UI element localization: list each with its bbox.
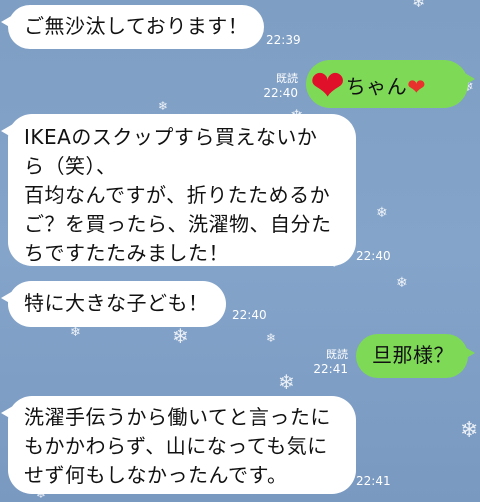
- message-time: 22:40: [356, 249, 391, 263]
- snowflake-icon: ❄: [70, 325, 81, 340]
- message-line: ら（笑）、: [24, 154, 117, 178]
- message-line: せず何もしなかったんです。: [24, 463, 288, 487]
- message-line: IKEAのスクップすら買えないか: [24, 125, 318, 149]
- message-time: 22:41: [356, 474, 391, 488]
- message-bubble-incoming[interactable]: 洗濯手伝うから働いてと言ったに もかかわらず、山になっても気に せず何もしなかっ…: [1, 396, 356, 494]
- message-bubble-incoming[interactable]: ご無沙汰しております！: [1, 5, 264, 49]
- message-line: 百均なんですが、折りたためるか: [24, 183, 331, 207]
- message-bubble-incoming[interactable]: 特に大きな子ども！: [1, 281, 226, 327]
- message-text: 旦那様？: [372, 343, 454, 367]
- message-meta: 22:39: [266, 33, 312, 48]
- snowflake-icon: ❄: [460, 418, 479, 443]
- message-time: 22:39: [266, 33, 301, 47]
- snowflake-icon: ❄: [266, 331, 277, 345]
- message-line: 洗濯手伝うから働いてと言ったに: [24, 405, 331, 429]
- message-time: 22:40: [232, 308, 267, 322]
- snowflake-icon: ❄: [158, 99, 169, 113]
- message-text: 特に大きな子ども！: [24, 291, 209, 315]
- heart-icon: ❤: [407, 75, 427, 101]
- message-text: ご無沙汰しております！: [24, 14, 249, 38]
- read-receipt: 既読: [276, 72, 298, 85]
- message-meta: 22:40: [232, 308, 272, 323]
- message-meta: 既読 22:40: [250, 72, 298, 101]
- message-text: ちゃん: [345, 74, 408, 99]
- message-time: 22:40: [263, 86, 298, 100]
- message-line: ご？を買ったら、洗濯物、自分た: [24, 212, 332, 236]
- snowflake-icon: ❄: [172, 324, 189, 348]
- message-meta: 既読 22:41: [300, 348, 348, 377]
- snowflake-icon: ❄: [396, 275, 408, 291]
- read-receipt: 既読: [326, 348, 348, 361]
- snowflake-icon: ❄: [412, 0, 426, 11]
- message-line: もかかわらず、山になっても気に: [24, 434, 328, 458]
- snowflake-icon: ❄: [376, 205, 388, 221]
- message-time: 22:41: [313, 362, 348, 376]
- message-bubble-outgoing[interactable]: 旦那様？: [356, 334, 475, 378]
- heart-icon: ❤: [310, 61, 346, 110]
- message-bubble-incoming[interactable]: IKEAのスクップすら買えないか ら（笑）、 百均なんですが、折りたためるか ご…: [1, 114, 356, 266]
- message-line: ちですたたみました！: [24, 241, 229, 265]
- message-meta: 22:41: [356, 474, 396, 489]
- snowflake-icon: ❄: [278, 370, 295, 394]
- message-meta: 22:40: [356, 249, 396, 264]
- message-bubble-outgoing[interactable]: ❤ちゃん❤: [306, 60, 475, 110]
